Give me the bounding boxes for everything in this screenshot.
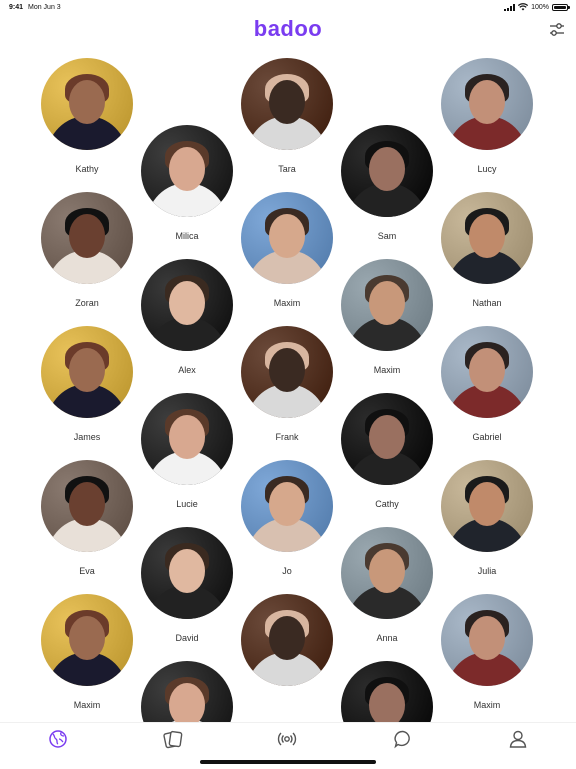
photo-face [69, 616, 105, 660]
profile-photo[interactable] [41, 326, 133, 418]
tab-bar [0, 722, 576, 756]
profile-photo[interactable] [41, 58, 133, 150]
photo-face [169, 683, 205, 722]
profile-photo[interactable] [441, 58, 533, 150]
photo-face [369, 415, 405, 459]
photo-face [269, 616, 305, 660]
photo-face [169, 549, 205, 593]
photo-face [469, 616, 505, 660]
photo-face [369, 683, 405, 722]
profile-photo[interactable] [441, 326, 533, 418]
profile-photo[interactable] [41, 192, 133, 284]
profile-photo[interactable] [441, 460, 533, 552]
broadcast-icon [277, 732, 297, 746]
tab-profile[interactable] [507, 728, 529, 750]
photo-face [269, 80, 305, 124]
profile-photo[interactable] [141, 527, 233, 619]
photo-face [369, 549, 405, 593]
profile-photo[interactable] [341, 661, 433, 722]
people-grid[interactable]: Kathy Tara Lucy Milica Sam Zoran Maxim Nathan Al… [0, 0, 576, 722]
tab-live[interactable] [276, 728, 298, 750]
profile-photo[interactable] [141, 393, 233, 485]
profile-photo[interactable] [141, 661, 233, 722]
profile-photo[interactable] [441, 594, 533, 686]
profile-photo[interactable] [141, 125, 233, 217]
profile-photo[interactable] [241, 326, 333, 418]
photo-face [69, 214, 105, 258]
badoo-logo: badoo [253, 16, 323, 41]
tab-encounters[interactable] [162, 728, 184, 750]
tab-messages[interactable] [392, 728, 414, 750]
globe-icon [49, 730, 67, 748]
profile-photo[interactable] [241, 58, 333, 150]
profile-photo[interactable] [441, 192, 533, 284]
photo-face [469, 348, 505, 392]
photo-face [69, 348, 105, 392]
photo-face [69, 80, 105, 124]
profile-photo[interactable] [241, 192, 333, 284]
photo-face [369, 281, 405, 325]
profile-photo[interactable] [241, 594, 333, 686]
profile-card[interactable]: Maxim [327, 661, 447, 722]
chat-bubble-icon [394, 730, 410, 749]
profile-photo[interactable] [341, 527, 433, 619]
cards-icon [163, 730, 183, 749]
profile-photo[interactable] [41, 460, 133, 552]
photo-face [169, 415, 205, 459]
photo-face [269, 482, 305, 526]
photo-face [369, 147, 405, 191]
photo-face [69, 482, 105, 526]
photo-face [469, 482, 505, 526]
photo-face [169, 281, 205, 325]
profile-icon [509, 730, 527, 748]
photo-face [269, 348, 305, 392]
profile-photo[interactable] [41, 594, 133, 686]
photo-face [469, 80, 505, 124]
tab-people-nearby[interactable] [47, 728, 69, 750]
profile-photo[interactable] [241, 460, 333, 552]
photo-face [269, 214, 305, 258]
home-indicator [200, 760, 376, 764]
profile-photo[interactable] [341, 125, 433, 217]
profile-photo[interactable] [341, 259, 433, 351]
profile-photo[interactable] [141, 259, 233, 351]
photo-face [169, 147, 205, 191]
photo-face [469, 214, 505, 258]
sliders-icon [550, 23, 564, 36]
profile-card[interactable] [127, 661, 247, 722]
filter-button[interactable] [548, 21, 566, 39]
profile-photo[interactable] [341, 393, 433, 485]
